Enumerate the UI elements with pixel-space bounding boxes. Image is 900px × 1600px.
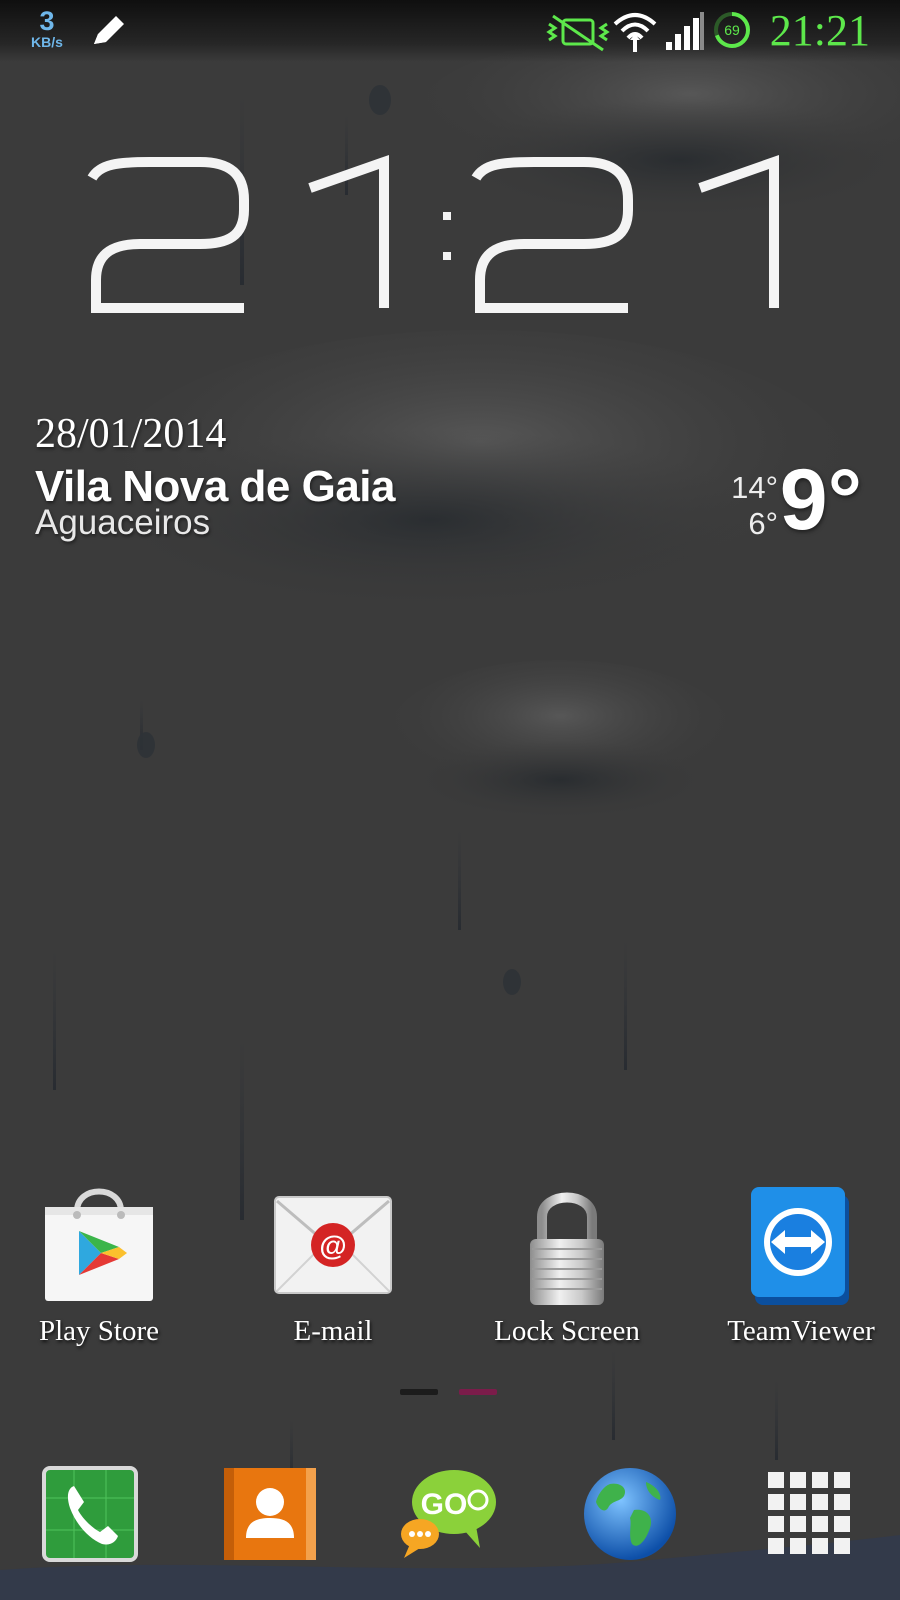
email-icon: @ bbox=[274, 1196, 392, 1294]
page-indicator-2[interactable] bbox=[459, 1389, 497, 1395]
clock-minute-digit-1 bbox=[471, 157, 633, 313]
clock-widget[interactable] bbox=[0, 140, 900, 340]
lock-icon bbox=[530, 1192, 604, 1305]
app-teamviewer[interactable]: TeamViewer bbox=[696, 1185, 900, 1355]
app-lock-screen[interactable]: Lock Screen bbox=[462, 1185, 672, 1355]
wifi-icon bbox=[613, 13, 657, 52]
app-label-teamviewer: TeamViewer bbox=[727, 1315, 875, 1347]
signal-icon bbox=[666, 12, 704, 50]
weather-condition: Aguaceiros bbox=[35, 503, 211, 542]
svg-text:GO: GO bbox=[421, 1488, 468, 1521]
go-sms-icon[interactable]: GO bbox=[400, 1464, 500, 1564]
clock-minute-digit-2 bbox=[698, 154, 779, 308]
app-label-play-store: Play Store bbox=[38, 1315, 160, 1347]
edit-icon bbox=[94, 16, 124, 44]
contacts-icon[interactable] bbox=[220, 1464, 320, 1564]
teamviewer-icon bbox=[751, 1187, 849, 1305]
network-speed-unit: KB/s bbox=[31, 34, 63, 50]
clock-hour-digit-1 bbox=[87, 157, 249, 313]
battery-level: 69 bbox=[724, 22, 740, 38]
weather-high-temp: 14° bbox=[731, 470, 778, 505]
weather-current-temp: 9° bbox=[779, 452, 862, 548]
network-speed-indicator: 3 KB/s bbox=[24, 6, 70, 51]
page-indicator-1[interactable] bbox=[400, 1389, 438, 1395]
app-play-store[interactable]: Play Store bbox=[0, 1185, 204, 1355]
app-label-email: E-mail bbox=[293, 1315, 373, 1347]
svg-text:@: @ bbox=[319, 1230, 346, 1261]
network-speed-value: 3 bbox=[39, 6, 55, 36]
clock-hour-digit-2 bbox=[308, 154, 389, 308]
phone-icon[interactable] bbox=[40, 1464, 140, 1564]
clock-colon bbox=[443, 212, 451, 260]
app-drawer-icon[interactable] bbox=[760, 1464, 860, 1564]
app-label-lock-screen: Lock Screen bbox=[494, 1315, 640, 1347]
battery-icon: 69 bbox=[712, 10, 752, 50]
app-email[interactable]: @ E-mail bbox=[228, 1185, 438, 1355]
status-bar[interactable]: 3 KB/s 69 21:21 bbox=[0, 0, 900, 62]
browser-globe-icon[interactable] bbox=[580, 1464, 680, 1564]
weather-date: 28/01/2014 bbox=[35, 411, 227, 457]
weather-low-temp: 6° bbox=[748, 506, 778, 541]
vibrate-silent-icon bbox=[546, 14, 610, 52]
status-time: 21:21 bbox=[769, 6, 870, 55]
play-store-icon bbox=[45, 1188, 153, 1301]
